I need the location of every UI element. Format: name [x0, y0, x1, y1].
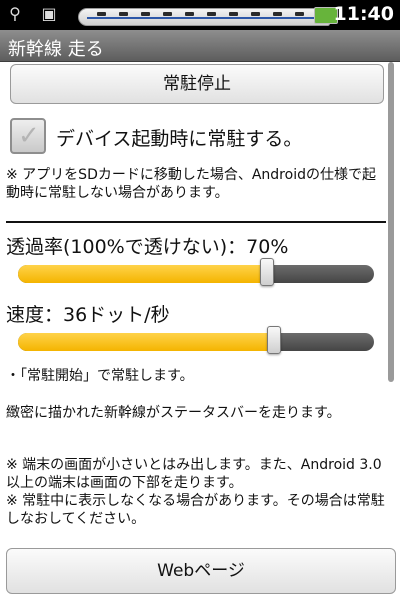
- startup-checkbox[interactable]: ✓: [10, 118, 46, 154]
- resident-warning: ※ 常駐中に表示しなくなる場合があります。その場合は常駐しなおしてください。: [6, 493, 385, 527]
- app-title-bar: 新幹線 走る: [0, 30, 400, 62]
- description-paragraph-2: ※ 端末の画面が小さいとはみ出します。また、Android 3.0以上の端末は画…: [6, 456, 386, 528]
- speed-label: 速度：36ドット/秒: [6, 304, 170, 326]
- web-page-button[interactable]: Webページ: [6, 548, 396, 594]
- check-icon: ✓: [18, 121, 40, 151]
- usb-icon: ⚲: [9, 4, 21, 23]
- description-paragraph-1: 緻密に描かれた新幹線がステータスバーを走ります。: [6, 405, 341, 421]
- transparency-track: [18, 265, 374, 283]
- transparency-label: 透過率(100%で透けない)：70%: [6, 236, 289, 258]
- speed-track: [18, 333, 374, 351]
- stop-resident-button[interactable]: 常駐停止: [10, 64, 384, 104]
- status-clock: 11:40: [333, 3, 394, 25]
- start-hint: ・「常駐開始」で常駐します。: [6, 368, 194, 384]
- speed-fill: [18, 333, 274, 351]
- shinkansen-train-graphic: [78, 8, 330, 26]
- status-bar: ⚲ ▣ 11:40: [0, 0, 400, 30]
- transparency-fill: [18, 265, 267, 283]
- android-icon: ▣: [41, 4, 57, 23]
- app-title: 新幹線 走る: [8, 39, 104, 60]
- screen-size-warning: ※ 端末の画面が小さいとはみ出します。また、Android 3.0以上の端末は画…: [6, 457, 382, 491]
- vertical-scrollbar[interactable]: [388, 62, 394, 382]
- transparency-slider[interactable]: [18, 258, 374, 286]
- speed-thumb[interactable]: [267, 326, 281, 354]
- sd-card-note: ※ アプリをSDカードに移動した場合、Androidの仕様で起動時に常駐しない場…: [6, 167, 376, 201]
- transparency-thumb[interactable]: [260, 258, 274, 286]
- speed-slider[interactable]: [18, 326, 374, 354]
- startup-checkbox-label: デバイス起動時に常駐する。: [56, 128, 303, 150]
- section-divider: [6, 221, 386, 223]
- startup-checkbox-row[interactable]: ✓ デバイス起動時に常駐する。: [10, 118, 380, 156]
